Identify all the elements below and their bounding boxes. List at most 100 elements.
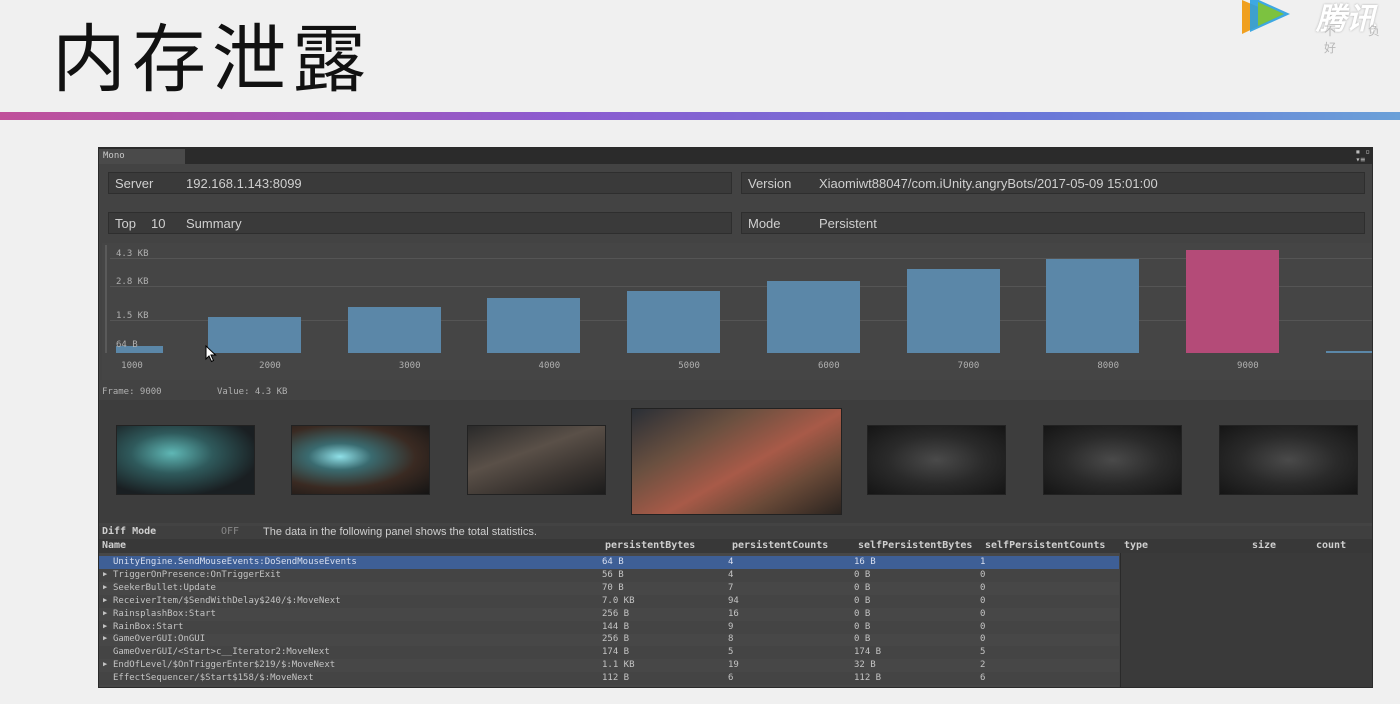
x-tick-label: 1000 xyxy=(121,361,143,371)
table-row[interactable]: ▶ EndOfLevel/$OnTriggerEnter$219/$:MoveNe… xyxy=(99,659,1119,672)
chart-bar[interactable] xyxy=(766,281,860,353)
chart-bar[interactable] xyxy=(906,269,1000,353)
server-value: 192.168.1.143:8099 xyxy=(186,176,302,191)
expand-arrow-icon[interactable]: ▶ xyxy=(103,634,107,642)
play-logo-icon xyxy=(1242,0,1290,34)
col-self-persistent-bytes[interactable]: selfPersistentBytes xyxy=(858,540,972,551)
table-row[interactable]: EffectSequencer/$Start$158/$:MoveNext 112… xyxy=(99,672,1119,686)
table-header: Name persistentBytes persistentCounts se… xyxy=(99,539,1372,553)
gridline xyxy=(110,258,1372,259)
chart-bar[interactable] xyxy=(627,290,721,353)
summary-label: Summary xyxy=(186,216,242,231)
table-row[interactable]: UnityEngine.SendMouseEvents:DoSendMouseE… xyxy=(99,556,1119,569)
row-name: GameOverGUI:OnGUI xyxy=(113,634,206,645)
x-tick-label: 6000 xyxy=(817,361,840,371)
row-self-persistent-counts: 6 xyxy=(980,673,986,684)
expand-arrow-icon[interactable]: ▶ xyxy=(103,622,107,630)
table-row[interactable]: ▶ ReceiverItem/$SendWithDelay$240/$:MoveN… xyxy=(99,594,1119,608)
table-row[interactable]: ▶ SeekerBullet:Update 70 B70 B0 xyxy=(99,582,1119,595)
row-name: EndOfLevel/$OnTriggerEnter$219/$:MoveNex… xyxy=(113,660,336,671)
mode-value: Persistent xyxy=(819,216,877,231)
tab-mono[interactable]: Mono xyxy=(99,149,185,164)
mode-field[interactable]: Mode Persistent xyxy=(741,212,1365,234)
table-row[interactable]: ▶ RainBox:Start 144 B 9 0 B 0 xyxy=(99,620,1119,634)
row-self-persistent-counts: 5 xyxy=(980,647,986,658)
col-type[interactable]: type xyxy=(1124,540,1148,551)
chart-bar[interactable] xyxy=(487,297,581,353)
row-self-persistent-counts: 0 xyxy=(980,621,986,632)
row-self-persistent-bytes: 0 B xyxy=(854,621,871,632)
frame-thumbnail[interactable] xyxy=(291,425,430,495)
x-tick-label: 5000 xyxy=(678,361,700,371)
row-persistent-counts: 9 xyxy=(728,621,734,632)
row-self-persistent-counts: 0 xyxy=(980,634,986,645)
expand-arrow-icon[interactable]: ▶ xyxy=(103,609,107,617)
row-name: ReceiverItem/$SendWithDelay$240/$:MoveNe… xyxy=(113,595,341,606)
row-persistent-bytes: 7.0 KB xyxy=(602,595,635,606)
row-persistent-counts: 5 xyxy=(728,647,734,658)
chart-bar[interactable] xyxy=(1325,351,1372,353)
top-value[interactable]: 10 xyxy=(151,216,165,231)
chart-bar[interactable] xyxy=(1046,259,1140,353)
expand-arrow-icon[interactable]: ▶ xyxy=(103,570,107,578)
col-persistent-bytes[interactable]: persistentBytes xyxy=(605,540,695,551)
row-persistent-bytes: 174 B xyxy=(602,647,630,658)
call-stack-table: UnityEngine.SendMouseEvents:DoSendMouseE… xyxy=(99,553,1119,687)
slide-title: 内存泄露 xyxy=(52,17,372,103)
col-persistent-counts[interactable]: persistentCounts xyxy=(732,540,828,551)
row-persistent-counts: 4 xyxy=(728,569,734,580)
col-size[interactable]: size xyxy=(1252,540,1276,551)
memory-bar-chart[interactable]: 4.3 KB 2.8 KB 1.5 KB 64 B 1000 2000 3000 40… xyxy=(102,243,1372,380)
row-name: UnityEngine.SendMouseEvents:DoSendMouseE… xyxy=(113,557,357,567)
row-self-persistent-bytes: 0 B xyxy=(854,595,871,606)
row-self-persistent-bytes: 16 B xyxy=(854,557,876,567)
title-divider xyxy=(0,112,1400,120)
window-controls-icon[interactable]: ▪ ▫ ▾≡ xyxy=(1356,148,1370,164)
table-row[interactable]: ▶ TriggerOnPresence:OnTriggerExit 56 B 4 0 B… xyxy=(99,568,1119,582)
row-self-persistent-counts: 1 xyxy=(980,557,986,567)
frame-thumbnail[interactable] xyxy=(867,425,1006,495)
table-row[interactable]: ▶ GameOverGUI:OnGUI 256 B 8 0 B 0 xyxy=(99,633,1119,646)
row-self-persistent-counts: 0 xyxy=(980,582,986,593)
server-field[interactable]: Server 192.168.1.143:8099 xyxy=(108,172,732,194)
row-name: RainBox:Start xyxy=(113,621,184,632)
row-name: RainsplashBox:Start xyxy=(113,608,216,619)
x-tick-label: 8000 xyxy=(1097,361,1120,371)
version-label: Version xyxy=(748,176,792,191)
row-persistent-counts: 19 xyxy=(728,660,739,671)
expand-arrow-icon[interactable]: ▶ xyxy=(103,660,107,668)
row-persistent-counts: 4 xyxy=(728,557,734,567)
col-name[interactable]: Name xyxy=(102,540,126,551)
row-self-persistent-counts: 2 xyxy=(980,660,986,671)
row-persistent-counts: 94 xyxy=(728,595,739,606)
diff-mode-toggle[interactable]: OFF xyxy=(221,526,239,537)
frame-thumbnail-selected[interactable] xyxy=(631,408,842,515)
col-count[interactable]: count xyxy=(1316,540,1346,551)
frame-thumbnail[interactable] xyxy=(1219,425,1358,495)
chart-bar[interactable] xyxy=(1185,249,1279,353)
y-tick-label: 1.5 KB xyxy=(116,311,149,321)
row-name: TriggerOnPresence:OnTriggerExit xyxy=(113,569,281,580)
row-persistent-counts: 16 xyxy=(728,608,739,619)
expand-arrow-icon[interactable]: ▶ xyxy=(103,583,107,591)
logo-subtext: 不 负 好 xyxy=(1324,24,1394,55)
expand-arrow-icon[interactable]: ▶ xyxy=(103,596,107,604)
row-self-persistent-counts: 0 xyxy=(980,595,986,606)
row-self-persistent-counts: 0 xyxy=(980,569,986,580)
chart-scroll-handle[interactable] xyxy=(105,245,107,353)
gridline xyxy=(110,286,1372,287)
version-field[interactable]: Version Xiaomiwt88047/com.iUnity.angryBo… xyxy=(741,172,1365,194)
table-row[interactable]: GameOverGUI/<Start>c__Iterator2:MoveNext… xyxy=(99,646,1119,660)
table-row[interactable]: ▶ RainsplashBox:Start 256 B 16 0 B 0 xyxy=(99,608,1119,621)
mode-label: Mode xyxy=(748,216,781,231)
frame-thumbnail[interactable] xyxy=(1043,425,1182,495)
server-label: Server xyxy=(115,176,154,191)
frame-thumbnail[interactable] xyxy=(116,425,255,495)
col-self-persistent-counts[interactable]: selfPersistentCounts xyxy=(985,540,1105,551)
chart-bar[interactable] xyxy=(208,317,301,353)
tencent-video-logo: 腾讯 不 负 好 xyxy=(1236,0,1400,55)
mono-profiler-window: Mono ▪ ▫ ▾≡ Server 192.168.1.143:8099 Ver… xyxy=(98,147,1373,688)
top-summary-field[interactable]: Top 10 Summary xyxy=(108,212,732,234)
chart-bar[interactable] xyxy=(347,307,441,353)
frame-thumbnail[interactable] xyxy=(467,425,606,495)
